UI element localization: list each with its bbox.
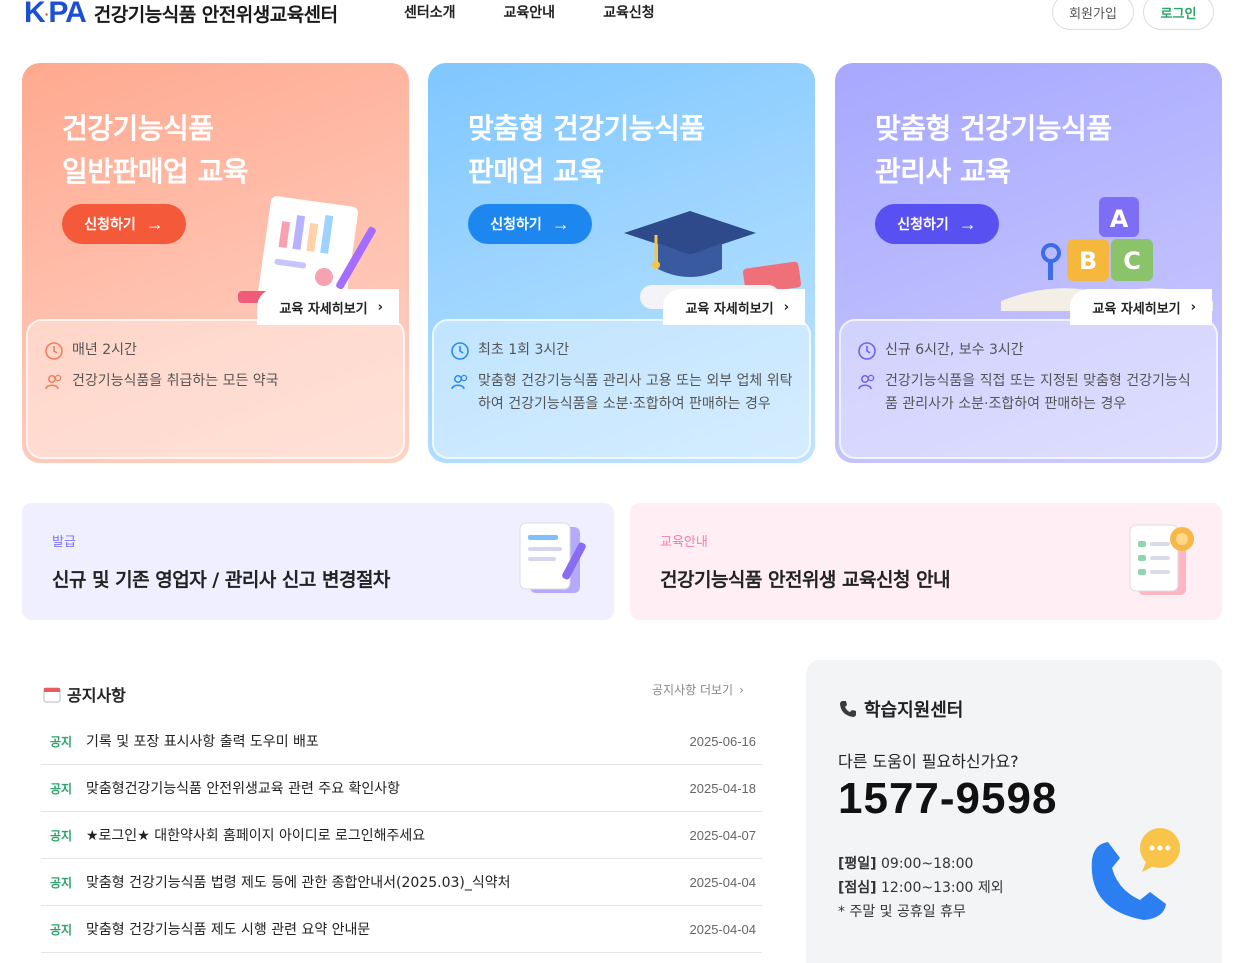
support-hours: [평일] 09:00~18:00 [점심] 12:00~13:00 제외 * 주… [838, 856, 1004, 920]
notice-section-title: 공지사항 [43, 682, 126, 706]
course-card-general-sales: 건강기능식품 일반판매업 교육 신청하기 → 교육 자세히보기 › 매년 2시간 건… [22, 63, 409, 463]
login-button[interactable]: 로그인 [1143, 0, 1214, 30]
nav-item-education-info[interactable]: 교육안내 [504, 2, 556, 22]
notice-badge: 공지 [50, 734, 73, 749]
course-time: 매년 2시간 [72, 342, 137, 358]
notice-badge: 공지 [50, 781, 73, 796]
logo-mark: K·PA [24, 0, 87, 29]
course-target: 건강기능식품을 취급하는 모든 약국 [72, 373, 279, 389]
banner-education-apply-guide[interactable]: 교육안내 건강기능식품 안전위생 교육신청 안내 [630, 503, 1222, 620]
users-icon [451, 374, 468, 390]
certificate-medal-icon [1129, 524, 1194, 595]
banner-registration-change[interactable]: 발급 신규 및 기존 영업자 / 관리사 신고 변경절차 [22, 503, 614, 620]
notice-badge: 공지 [50, 828, 73, 843]
notice-row[interactable]: 공지 맞춤형 건강기능식품 법령 제도 등에 관한 종합안내서(2025.03)… [41, 859, 762, 906]
phone-icon [840, 701, 856, 717]
banner-tag: 교육안내 [660, 535, 708, 550]
notice-row[interactable]: 공지 기록 및 포장 표시사항 출력 도우미 배포 2025-06-16 [41, 718, 762, 765]
calendar-icon [43, 687, 61, 703]
notice-date: 2025-04-18 [689, 780, 757, 796]
clock-icon [451, 342, 469, 360]
course-time: 신규 6시간, 보수 3시간 [885, 342, 1024, 358]
notice-date: 2025-04-04 [689, 874, 757, 890]
notice-title[interactable]: 맞춤형 건강기능식품 법령 제도 등에 관한 종합안내서(2025.03)_식약… [86, 872, 690, 892]
card-info-panel: 매년 2시간 건강기능식품을 취급하는 모든 약국 [26, 319, 405, 459]
notice-row[interactable]: 공지 ★로그인★ 대한약사회 홈페이지 아이디로 로그인해주세요 2025-04… [41, 812, 762, 859]
chevron-right-icon: › [739, 682, 744, 697]
notice-date: 2025-04-07 [689, 827, 757, 843]
notice-title[interactable]: ★로그인★ 대한약사회 홈페이지 아이디로 로그인해주세요 [86, 825, 690, 845]
join-button[interactable]: 회원가입 [1052, 0, 1134, 30]
card-title: 맞춤형 건강기능식품 판매업 교육 [468, 112, 705, 188]
banner-title: 건강기능식품 안전위생 교육신청 안내 [660, 569, 951, 591]
course-target: 건강기능식품을 직접 또는 지정된 맞춤형 건강기능식품 관리사가 소분·조합하… [885, 373, 1191, 412]
notice-title[interactable]: 맞춤형건강기능식품 안전위생교육 관련 주요 확인사항 [86, 778, 690, 798]
card-title: 건강기능식품 일반판매업 교육 [62, 112, 249, 188]
notice-title[interactable]: 기록 및 포장 표시사항 출력 도우미 배포 [86, 731, 690, 751]
notice-more-link[interactable]: 공지사항 더보기 › [652, 681, 744, 698]
apply-button[interactable]: 신청하기 → [468, 204, 592, 244]
svg-text:B: B [1079, 247, 1097, 275]
support-phone-number[interactable]: 1577-9598 [838, 774, 1057, 824]
notice-date: 2025-04-04 [689, 921, 757, 937]
course-target: 맞춤형 건강기능식품 관리사 고용 또는 외부 업체 위탁하여 건강기능식품을 … [478, 373, 793, 412]
support-title: 학습지원센터 [838, 696, 963, 722]
main-nav: 센터소개 교육안내 교육신청 [404, 2, 655, 22]
phone-chat-illustration [1091, 828, 1180, 920]
header: K·PA 건강기능식품 안전위생교육센터 센터소개 교육안내 교육신청 회원가입… [0, 0, 1241, 40]
notice-row[interactable]: 공지 맞춤형건강기능식품 안전위생교육 관련 주요 확인사항 2025-04-1… [41, 765, 762, 812]
card-info-panel: 신규 6시간, 보수 3시간 건강기능식품을 직접 또는 지정된 맞춤형 건강기… [839, 319, 1218, 459]
course-card-manager: 맞춤형 건강기능식품 관리사 교육 신청하기 → A B C 교육 자세히보기 › … [835, 63, 1222, 463]
support-question: 다른 도움이 필요하신가요? [838, 752, 1019, 771]
site-logo[interactable]: K·PA 건강기능식품 안전위생교육센터 [24, 0, 338, 30]
apply-button[interactable]: 신청하기 → [875, 204, 999, 244]
users-icon [858, 374, 875, 390]
site-title: 건강기능식품 안전위생교육센터 [93, 3, 338, 26]
notice-badge: 공지 [50, 922, 73, 937]
document-pen-icon [519, 522, 586, 593]
course-time: 최초 1회 3시간 [478, 342, 570, 358]
arrow-right-icon: → [551, 214, 570, 234]
apply-button[interactable]: 신청하기 → [62, 204, 186, 244]
notice-row[interactable]: 공지 맞춤형 건강기능식품 제도 시행 관련 요약 안내문 2025-04-04 [41, 906, 762, 953]
card-info-panel: 최초 1회 3시간 맞춤형 건강기능식품 관리사 고용 또는 외부 업체 위탁하… [432, 319, 811, 459]
notice-title[interactable]: 맞춤형 건강기능식품 제도 시행 관련 요약 안내문 [86, 919, 690, 939]
card-title: 맞춤형 건강기능식품 관리사 교육 [875, 112, 1112, 188]
notice-badge: 공지 [50, 875, 73, 890]
notice-date: 2025-06-16 [689, 733, 757, 749]
clock-icon [858, 342, 876, 360]
chevron-right-icon: › [377, 299, 383, 315]
arrow-right-icon: → [958, 214, 977, 234]
course-card-custom-sales: 맞춤형 건강기능식품 판매업 교육 신청하기 → 교육 자세히보기 › 최초 1회 … [428, 63, 815, 463]
chevron-right-icon: › [783, 299, 789, 315]
arrow-right-icon: → [145, 214, 164, 234]
users-icon [45, 374, 62, 390]
banner-tag: 발급 [52, 535, 76, 550]
notice-list: 공지 기록 및 포장 표시사항 출력 도우미 배포 2025-06-16 공지 … [41, 718, 762, 953]
chevron-right-icon: › [1190, 299, 1196, 315]
nav-item-about[interactable]: 센터소개 [404, 2, 456, 22]
nav-item-education-apply[interactable]: 교육신청 [603, 2, 655, 22]
clock-icon [45, 342, 63, 360]
svg-text:A: A [1110, 205, 1129, 233]
svg-text:C: C [1123, 247, 1141, 275]
banner-title: 신규 및 기존 영업자 / 관리사 신고 변경절차 [52, 569, 390, 591]
support-center-panel: 학습지원센터 다른 도움이 필요하신가요? 1577-9598 [평일] 09:… [806, 660, 1222, 963]
